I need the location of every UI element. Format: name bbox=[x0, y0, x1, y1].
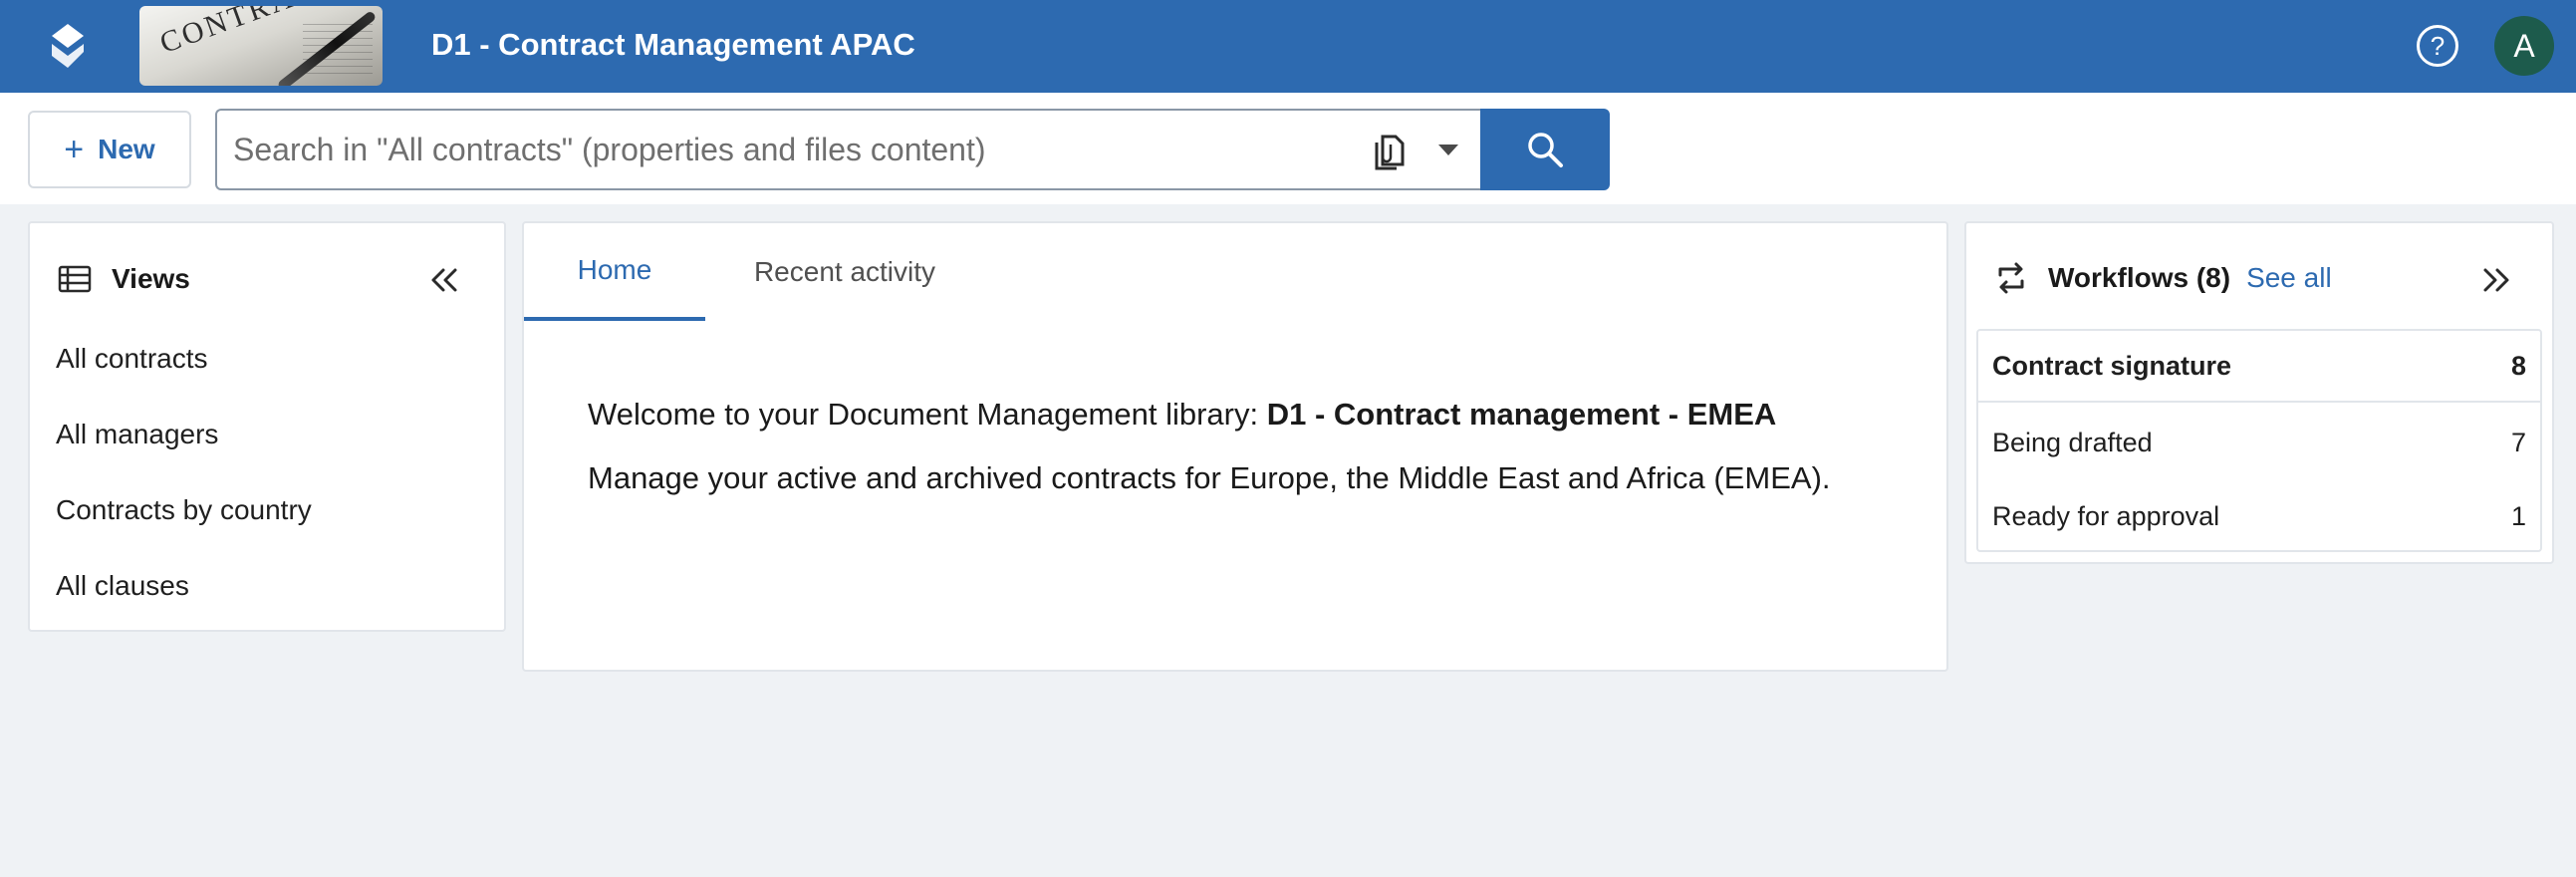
library-thumbnail[interactable]: CONTRACT bbox=[139, 6, 383, 86]
welcome-message: Welcome to your Document Management libr… bbox=[588, 397, 1776, 433]
workflow-item-count: 7 bbox=[2510, 427, 2526, 457]
library-name: D1 - Contract management - EMEA bbox=[1266, 397, 1777, 432]
view-item-all-contracts[interactable]: All contracts bbox=[56, 343, 312, 419]
workflow-list: Contract signature 8 Being drafted 7 Rea… bbox=[1976, 329, 2542, 552]
workflows-panel: Workflows (8) See all Contract signature… bbox=[1964, 221, 2554, 564]
plus-icon: + bbox=[64, 131, 85, 168]
view-item-contracts-by-country[interactable]: Contracts by country bbox=[56, 494, 312, 570]
search-button[interactable] bbox=[1480, 109, 1610, 190]
workflow-group-count: 8 bbox=[2510, 350, 2526, 381]
workflows-title: Workflows (8) bbox=[2048, 262, 2231, 293]
views-header: Views bbox=[58, 263, 190, 295]
chevrons-right-icon[interactable] bbox=[2478, 263, 2512, 297]
tab-bar: Home Recent activity bbox=[524, 223, 984, 321]
workflow-cycle-icon bbox=[1998, 262, 2024, 294]
list-view-icon bbox=[58, 265, 92, 293]
help-icon: ? bbox=[2430, 30, 2446, 61]
app-logo-icon[interactable] bbox=[42, 20, 94, 72]
see-all-link[interactable]: See all bbox=[2246, 262, 2332, 294]
command-bar: + New bbox=[0, 93, 2576, 204]
workflow-item-label: Ready for approval bbox=[1992, 500, 2220, 531]
library-description: Manage your active and archived contract… bbox=[588, 460, 1831, 495]
attach-files-icon[interactable] bbox=[1369, 131, 1409, 170]
search-icon bbox=[1528, 133, 1563, 167]
tab-home[interactable]: Home bbox=[524, 223, 705, 321]
app-header: CONTRACT D1 - Contract Management APAC ?… bbox=[0, 0, 2576, 93]
new-button[interactable]: + New bbox=[28, 111, 191, 188]
views-list: All contracts All managers Contracts by … bbox=[56, 343, 312, 646]
user-avatar[interactable]: A bbox=[2494, 16, 2554, 76]
view-item-all-clauses[interactable]: All clauses bbox=[56, 570, 312, 646]
workflow-item-count: 1 bbox=[2510, 500, 2526, 531]
workflow-item-ready-for-approval[interactable]: Ready for approval 1 bbox=[1978, 480, 2540, 552]
chevron-down-icon[interactable] bbox=[1438, 145, 1458, 155]
workflow-item-being-drafted[interactable]: Being drafted 7 bbox=[1978, 407, 2540, 478]
views-panel: Views All contracts All managers Contrac… bbox=[28, 221, 506, 632]
workflow-group-label: Contract signature bbox=[1992, 350, 2232, 381]
workflows-header: Workflows (8) See all bbox=[1992, 259, 2332, 297]
workflow-group-contract-signature[interactable]: Contract signature 8 bbox=[1978, 331, 2540, 403]
views-title: Views bbox=[112, 263, 190, 294]
welcome-prefix: Welcome to your Document Management libr… bbox=[588, 397, 1267, 432]
workflow-item-label: Being drafted bbox=[1992, 427, 2153, 457]
tab-recent-activity[interactable]: Recent activity bbox=[705, 223, 984, 321]
new-button-label: New bbox=[98, 134, 155, 164]
library-title: D1 - Contract Management APAC bbox=[431, 27, 915, 62]
search-box bbox=[215, 109, 1480, 190]
view-item-all-managers[interactable]: All managers bbox=[56, 419, 312, 494]
search-input[interactable] bbox=[217, 131, 1313, 168]
main-panel: Home Recent activity Welcome to your Doc… bbox=[522, 221, 1948, 672]
chevrons-left-icon[interactable] bbox=[426, 263, 460, 297]
help-button[interactable]: ? bbox=[2417, 25, 2458, 67]
avatar-initial: A bbox=[2513, 27, 2535, 64]
